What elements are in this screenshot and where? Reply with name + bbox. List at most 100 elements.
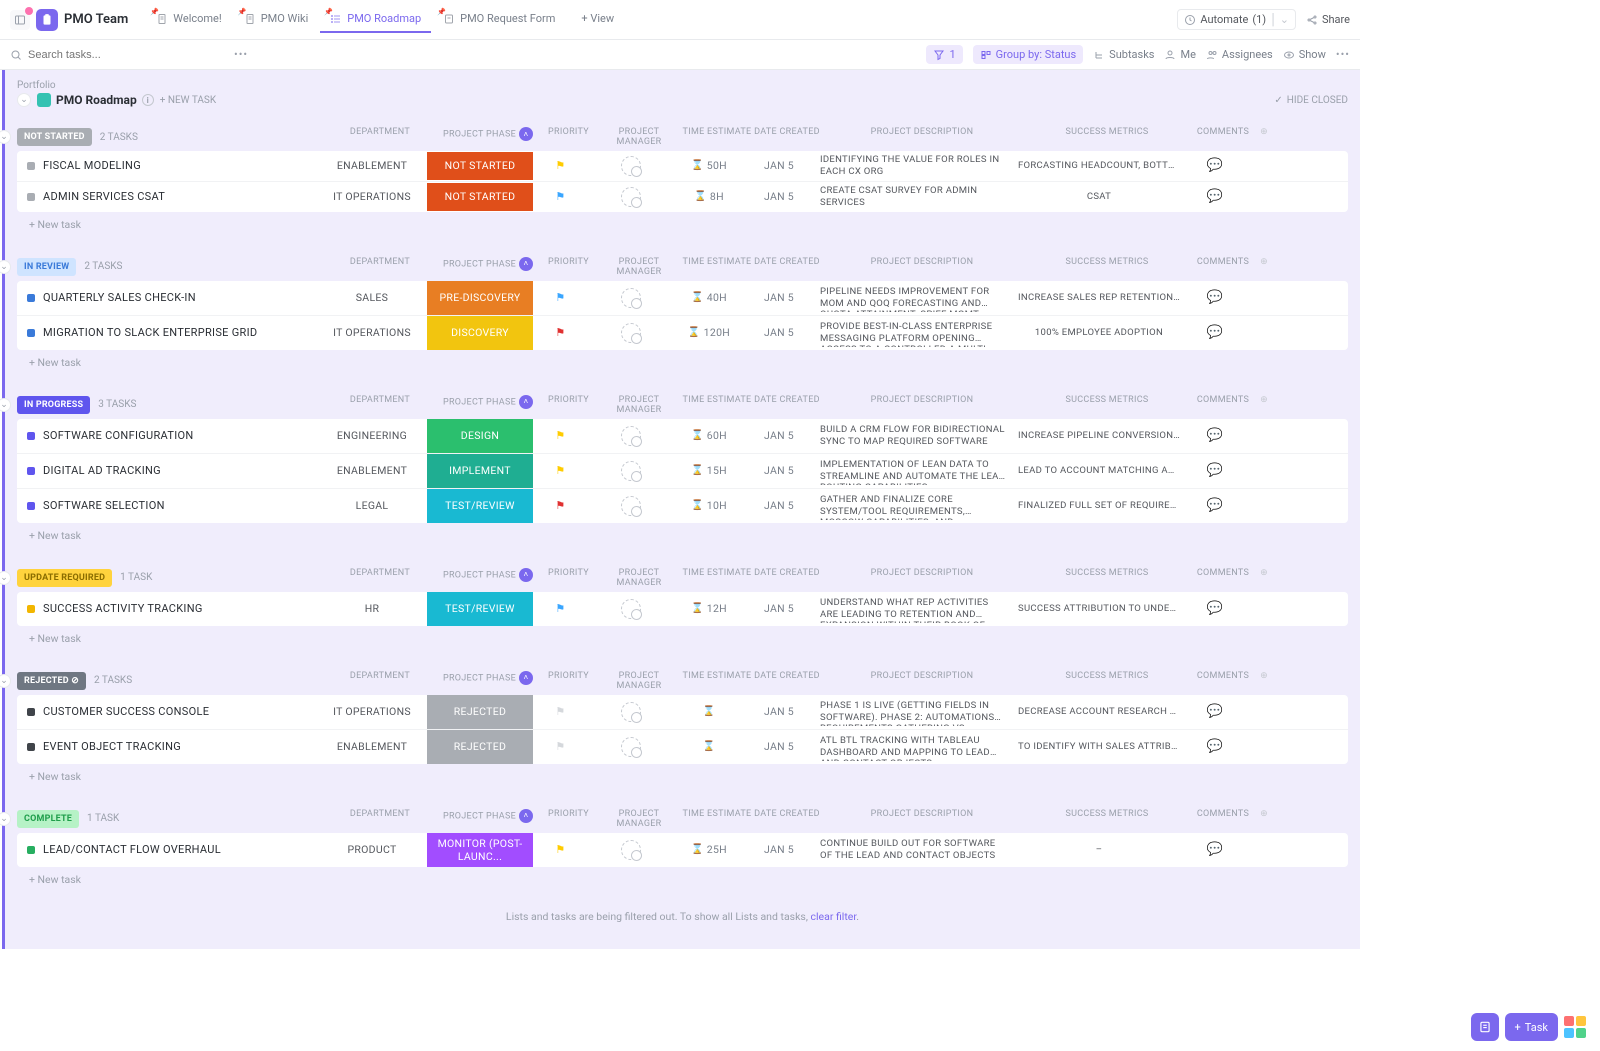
collapse-group[interactable]: ⌄ — [0, 674, 11, 688]
status-chip[interactable]: COMPLETE — [17, 810, 79, 828]
pm-cell[interactable] — [588, 737, 674, 757]
col-department[interactable]: DEPARTMENT — [325, 671, 435, 691]
col-priority[interactable]: PRIORITY — [541, 395, 596, 415]
breadcrumb[interactable]: Portfolio — [17, 80, 1348, 91]
assignee-placeholder-icon[interactable] — [621, 426, 641, 446]
col-metrics[interactable]: SUCCESS METRICS — [1022, 809, 1192, 829]
task-name-cell[interactable]: Success Activity Tracking — [17, 602, 317, 615]
col-estimate[interactable]: TIME ESTIMATE — [682, 257, 752, 277]
priority-cell[interactable]: ⚑ — [533, 159, 588, 172]
metrics-cell[interactable]: Finalized full set of requirements for V… — [1014, 500, 1184, 511]
metrics-cell[interactable]: Increase pipeline conversion of new busi… — [1014, 430, 1184, 441]
assignee-placeholder-icon[interactable] — [621, 599, 641, 619]
hide-closed[interactable]: ✓ HIDE CLOSED — [1274, 95, 1348, 106]
metrics-cell[interactable]: Lead to account matching and handling of… — [1014, 465, 1184, 476]
assignee-placeholder-icon[interactable] — [621, 288, 641, 308]
fab-task[interactable]: + Task — [1505, 1013, 1558, 1041]
date-cell[interactable]: Jan 5 — [744, 429, 814, 442]
sidebar-toggle[interactable] — [10, 10, 30, 30]
col-estimate[interactable]: TIME ESTIMATE — [682, 671, 752, 691]
group-by-button[interactable]: Group by: Status — [973, 45, 1084, 64]
col-department[interactable]: DEPARTMENT — [325, 257, 435, 277]
priority-cell[interactable]: ⚑ — [533, 291, 588, 304]
col-comments[interactable]: COMMENTS — [1192, 809, 1254, 829]
col-metrics[interactable]: SUCCESS METRICS — [1022, 395, 1192, 415]
metrics-cell[interactable]: CSAT — [1014, 191, 1184, 202]
phase-cell[interactable]: Test/Review — [427, 592, 533, 626]
col-pm[interactable]: PROJECT MANAGER — [596, 671, 682, 691]
description-cell[interactable]: Continue build out for software of the l… — [814, 835, 1014, 865]
subtasks-button[interactable]: Subtasks — [1093, 48, 1154, 61]
search-more[interactable]: ••• — [234, 48, 248, 61]
priority-cell[interactable]: ⚑ — [533, 740, 588, 753]
department-cell[interactable]: HR — [317, 602, 427, 615]
col-created[interactable]: DATE CREATED — [752, 395, 822, 415]
col-metrics[interactable]: SUCCESS METRICS — [1022, 568, 1192, 588]
task-name-cell[interactable]: Customer Success Console — [17, 705, 317, 718]
col-department[interactable]: DEPARTMENT — [325, 127, 435, 147]
priority-cell[interactable]: ⚑ — [533, 464, 588, 477]
phase-cell[interactable]: Rejected — [427, 695, 533, 729]
col-comments[interactable]: COMMENTS — [1192, 568, 1254, 588]
phase-cell[interactable]: Discovery — [427, 316, 533, 350]
comments-cell[interactable]: 💬 — [1184, 158, 1246, 173]
col-created[interactable]: DATE CREATED — [752, 568, 822, 588]
status-chip[interactable]: IN PROGRESS — [17, 396, 90, 414]
department-cell[interactable]: Sales — [317, 291, 427, 304]
comments-cell[interactable]: 💬 — [1184, 325, 1246, 340]
department-cell[interactable]: Enablement — [317, 464, 427, 477]
show-button[interactable]: Show — [1283, 48, 1326, 61]
estimate-cell[interactable]: ⌛8h — [674, 190, 744, 203]
col-pm[interactable]: PROJECT MANAGER — [596, 257, 682, 277]
department-cell[interactable]: Engineering — [317, 429, 427, 442]
table-row[interactable]: Lead/Contact Flow Overhaul Product Monit… — [17, 833, 1348, 867]
task-name-cell[interactable]: Fiscal Modeling — [17, 159, 317, 172]
priority-cell[interactable]: ⚑ — [533, 602, 588, 615]
col-comments[interactable]: COMMENTS — [1192, 395, 1254, 415]
collapse-group[interactable]: ⌄ — [0, 260, 11, 274]
col-pm[interactable]: PROJECT MANAGER — [596, 568, 682, 588]
col-phase[interactable]: PROJECT PHASE˄ — [435, 809, 541, 829]
col-comments[interactable]: COMMENTS — [1192, 257, 1254, 277]
date-cell[interactable]: Jan 5 — [744, 843, 814, 856]
priority-cell[interactable]: ⚑ — [533, 190, 588, 203]
pm-cell[interactable] — [588, 702, 674, 722]
new-task-row[interactable]: + New task — [17, 212, 1348, 237]
task-name-cell[interactable]: Quarterly Sales Check-In — [17, 291, 317, 304]
priority-cell[interactable]: ⚑ — [533, 843, 588, 856]
space-name[interactable]: PMO Team — [64, 12, 128, 27]
automate-button[interactable]: Automate (1) │ ⌄ — [1177, 9, 1296, 30]
new-task-row[interactable]: + New task — [17, 764, 1348, 789]
description-cell[interactable]: Identifying the value for roles in each … — [814, 151, 1014, 181]
filter-count[interactable]: 1 — [926, 45, 962, 64]
col-department[interactable]: DEPARTMENT — [325, 395, 435, 415]
fab-note[interactable] — [1471, 1013, 1499, 1041]
status-chip[interactable]: REJECTED ⊘ — [17, 672, 86, 690]
tab-pmo-request-form[interactable]: 📌PMO Request Form — [433, 6, 565, 33]
date-cell[interactable]: Jan 5 — [744, 291, 814, 304]
task-name-cell[interactable]: Migration to Slack Enterprise Grid — [17, 326, 317, 339]
date-cell[interactable]: Jan 5 — [744, 159, 814, 172]
pm-cell[interactable] — [588, 156, 674, 176]
date-cell[interactable]: Jan 5 — [744, 190, 814, 203]
pm-cell[interactable] — [588, 187, 674, 207]
col-created[interactable]: DATE CREATED — [752, 671, 822, 691]
table-row[interactable]: Software Selection Legal Test/Review ⚑ ⌛… — [17, 489, 1348, 523]
estimate-cell[interactable]: ⌛60h — [674, 429, 744, 442]
comments-cell[interactable]: 💬 — [1184, 704, 1246, 719]
priority-cell[interactable]: ⚑ — [533, 705, 588, 718]
task-name-cell[interactable]: Software Configuration — [17, 429, 317, 442]
description-cell[interactable]: ATL BTL tracking with Tableau dashboard … — [814, 732, 1014, 762]
phase-cell[interactable]: Test/Review — [427, 489, 533, 523]
comments-cell[interactable]: 💬 — [1184, 290, 1246, 305]
add-column[interactable]: ⊕ — [1254, 395, 1274, 415]
metrics-cell[interactable]: – — [1014, 844, 1184, 855]
add-column[interactable]: ⊕ — [1254, 809, 1274, 829]
department-cell[interactable]: IT Operations — [317, 705, 427, 718]
description-cell[interactable]: Build a CRM flow for bidirectional sync … — [814, 421, 1014, 451]
add-column[interactable]: ⊕ — [1254, 568, 1274, 588]
assignees-button[interactable]: Assignees — [1206, 48, 1273, 61]
description-cell[interactable]: Provide best-in-class enterprise messagi… — [814, 318, 1014, 348]
col-description[interactable]: PROJECT DESCRIPTION — [822, 568, 1022, 588]
description-cell[interactable]: Understand what rep activities are leadi… — [814, 594, 1014, 624]
